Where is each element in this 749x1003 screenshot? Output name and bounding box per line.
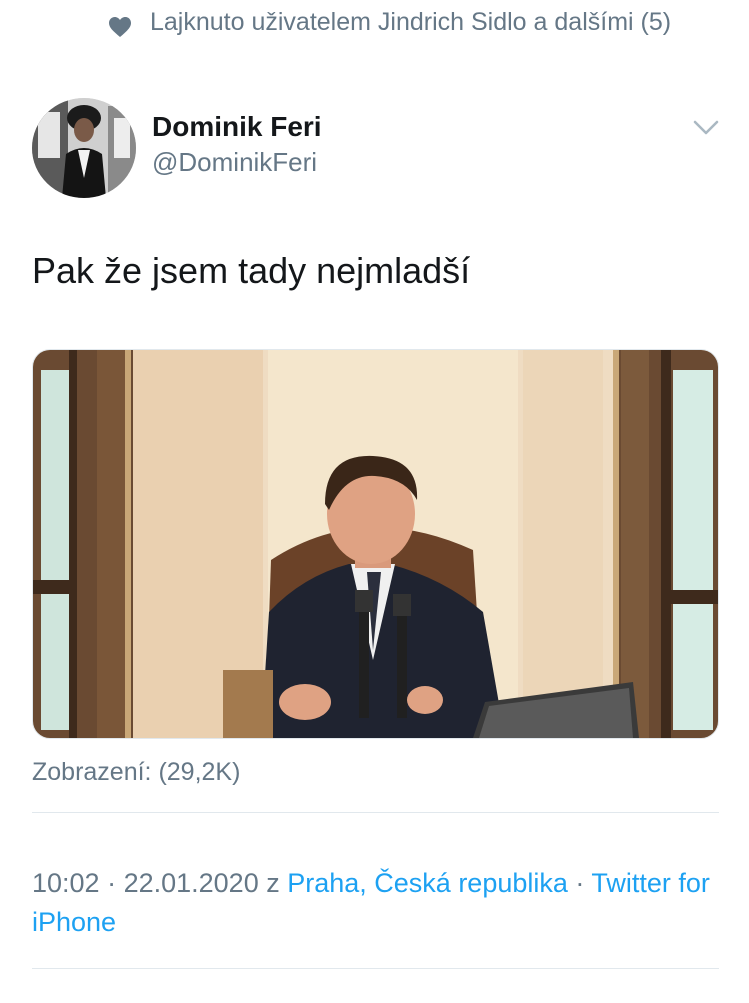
divider — [32, 968, 719, 969]
tweet-author: Dominik Feri @DominikFeri — [32, 98, 719, 202]
tweet-metadata: 10:02 · 22.01.2020 z Praha, Česká republ… — [32, 864, 722, 942]
tweet-text: Pak že jsem tady nejmladší — [32, 250, 471, 291]
meta-from: z — [258, 868, 288, 898]
tweet-video[interactable] — [32, 349, 719, 739]
location-link[interactable]: Praha, Česká republika — [287, 868, 568, 898]
divider — [32, 812, 719, 813]
social-context-label: Lajknuto uživatelem Jindrich Sidlo a dal… — [150, 8, 672, 36]
meta-separator: · — [99, 868, 124, 898]
meta-separator: · — [567, 868, 592, 898]
tweet-date[interactable]: 22.01.2020 — [124, 868, 259, 898]
heart-icon — [108, 16, 132, 38]
author-handle[interactable]: @DominikFeri — [152, 146, 317, 178]
chevron-down-icon[interactable] — [693, 120, 719, 136]
avatar[interactable] — [32, 98, 136, 198]
tweet-time[interactable]: 10:02 — [32, 868, 100, 898]
social-context[interactable]: Lajknuto uživatelem Jindrich Sidlo a dal… — [108, 6, 708, 38]
view-count: Zobrazení: (29,2K) — [32, 758, 241, 786]
author-name[interactable]: Dominik Feri — [152, 110, 322, 144]
